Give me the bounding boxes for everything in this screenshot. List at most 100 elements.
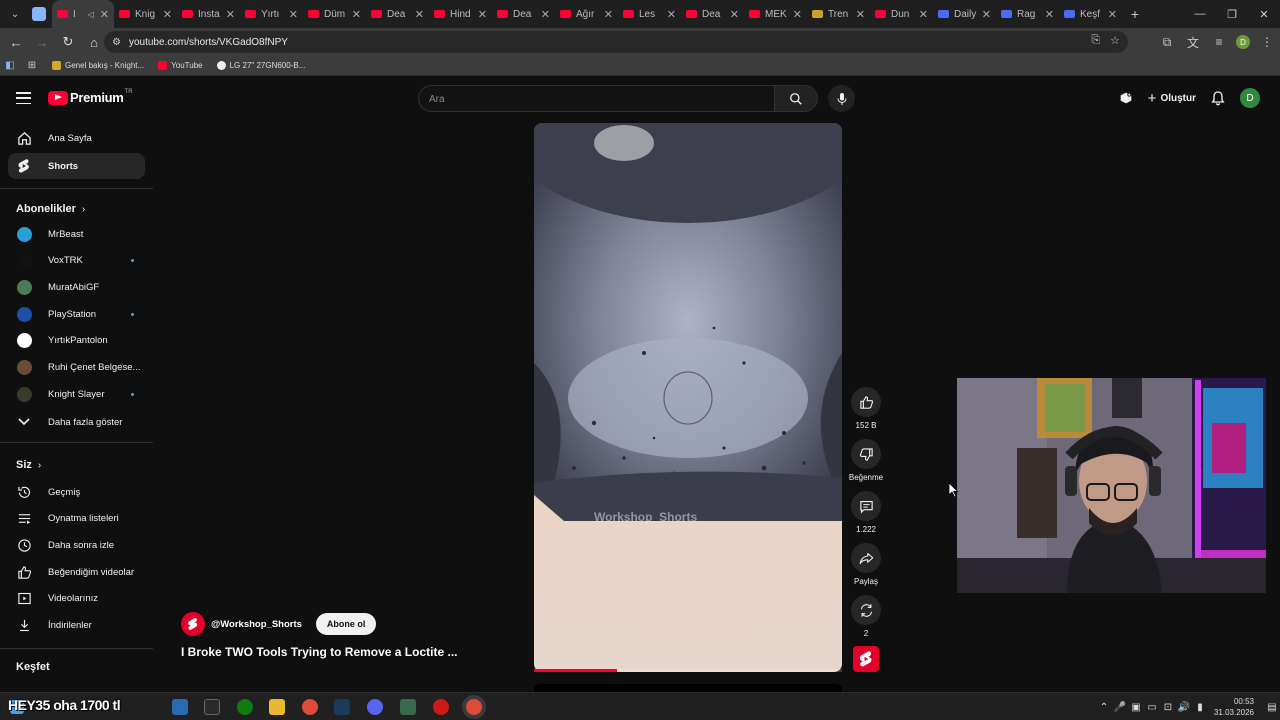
close-tab-icon[interactable]: ✕ (163, 8, 172, 21)
bookmark-item[interactable]: YouTube (158, 61, 203, 70)
browser-tab[interactable]: MEK ✕ (744, 0, 807, 28)
sidebar-item-shorts[interactable]: Shorts (8, 153, 145, 179)
network-icon[interactable]: ⊡ (1160, 702, 1176, 713)
subscription-item[interactable]: PlayStation (8, 301, 145, 327)
browser-tab[interactable]: Keşf ✕ (1059, 0, 1122, 28)
epic-games-app-icon[interactable] (204, 699, 220, 715)
browser-tab[interactable]: Yırtı ✕ (240, 0, 303, 28)
extensions-icon[interactable]: ⧉ (1158, 35, 1176, 50)
browser-tab[interactable]: Knig ✕ (114, 0, 177, 28)
minimize-icon[interactable]: — (1184, 0, 1216, 28)
opera-gx-app-icon[interactable] (433, 699, 449, 715)
bookmark-star-icon[interactable]: ☆ (1110, 34, 1120, 47)
voice-search-button[interactable] (828, 85, 855, 112)
browser-tab[interactable]: Les ✕ (618, 0, 681, 28)
next-short-preview[interactable] (534, 684, 842, 692)
close-tab-icon[interactable]: ✕ (982, 8, 991, 21)
subscription-item[interactable]: YırtıkPantolon (8, 328, 145, 354)
xbox-app-icon[interactable] (237, 699, 253, 715)
tab-audio-icon[interactable]: ◁ (88, 10, 94, 19)
close-tab-icon[interactable]: ✕ (1045, 8, 1054, 21)
subscription-item[interactable]: MrBeast (8, 221, 145, 247)
microphone-tray-icon[interactable]: 🎤 (1112, 702, 1128, 713)
volume-icon[interactable]: 🔊 (1176, 702, 1192, 713)
subscription-item[interactable]: Knight Slayer (8, 381, 145, 407)
calculator-app-icon[interactable] (172, 699, 188, 715)
dislike-button[interactable]: Beğenme (849, 439, 883, 482)
sidebar-item-downloads[interactable]: İndirilenler (8, 613, 145, 639)
sidebar-toggle-icon[interactable]: ◧ (4, 60, 16, 72)
close-tab-icon[interactable]: ✕ (919, 8, 928, 21)
channel-handle[interactable]: @Workshop_Shorts (211, 619, 302, 630)
close-tab-icon[interactable]: ✕ (352, 8, 361, 21)
subscribe-button[interactable]: Abone ol (315, 613, 377, 635)
translate-icon[interactable]: 文 (1184, 34, 1202, 51)
short-title[interactable]: I Broke TWO Tools Trying to Remove a Loc… (181, 645, 457, 659)
browser-profile-avatar[interactable]: D (1236, 35, 1250, 49)
bookmark-item[interactable]: Genel bakış - Knight... (52, 61, 144, 70)
share-button[interactable]: Paylaş (850, 543, 882, 586)
chrome-app-icon[interactable] (302, 699, 318, 715)
close-tab-icon[interactable]: ✕ (478, 8, 487, 21)
sidebar-item-playlists[interactable]: Oynatma listeleri (8, 506, 145, 532)
notification-center-icon[interactable]: ▤ (1264, 702, 1280, 713)
subscription-item[interactable]: VoxTRK (8, 248, 145, 274)
address-bar[interactable]: ⚙ youtube.com/shorts/VKGadO8fNPY ⎘ ☆ (104, 31, 1128, 53)
tray-app-icon[interactable]: ▣ (1128, 702, 1144, 713)
steam-app-icon[interactable] (334, 699, 350, 715)
close-tab-icon[interactable]: ✕ (730, 8, 739, 21)
install-app-icon[interactable]: ⎘ (1091, 34, 1100, 47)
close-tab-icon[interactable]: ✕ (793, 8, 802, 21)
search-input[interactable]: Ara (418, 85, 774, 112)
chrome-active-app-icon[interactable] (466, 699, 482, 715)
gemini-ask-icon[interactable] (1118, 90, 1134, 106)
browser-tab[interactable]: Dea ✕ (681, 0, 744, 28)
browser-tab[interactable]: Ağır ✕ (555, 0, 618, 28)
channel-audio-thumbnail[interactable] (853, 646, 879, 672)
video-progress-bar[interactable] (534, 669, 842, 672)
home-browser-icon[interactable]: ⌂ (82, 30, 106, 54)
reload-icon[interactable]: ↻ (56, 30, 80, 54)
restore-icon[interactable]: ❐ (1216, 0, 1248, 28)
back-icon[interactable]: ← (4, 30, 28, 54)
close-window-icon[interactable]: ✕ (1248, 0, 1280, 28)
like-button[interactable]: 152 B (850, 387, 882, 430)
clock[interactable]: 00:53 31.03.2026 (1214, 696, 1254, 718)
browser-tab[interactable]: Rag ✕ (996, 0, 1059, 28)
short-video-player[interactable]: Workshop_Shorts (534, 123, 842, 672)
display-tray-icon[interactable]: ▭ (1144, 702, 1160, 713)
browser-tab[interactable]: Dea ✕ (366, 0, 429, 28)
site-info-icon[interactable]: ⚙ (112, 37, 121, 48)
discord-app-icon[interactable] (367, 699, 383, 715)
close-tab-icon[interactable]: ✕ (604, 8, 613, 21)
browser-tab[interactable]: I ◁ ✕ (52, 0, 114, 28)
subscriptions-heading[interactable]: Abonelikler › (16, 203, 85, 215)
comments-button[interactable]: 1.222 (850, 491, 882, 534)
close-tab-icon[interactable]: ✕ (1108, 8, 1117, 21)
tab-search-button[interactable]: ⌄ (4, 4, 26, 24)
sidebar-item-music[interactable]: Müzik (8, 676, 145, 682)
file-explorer-app-icon[interactable] (269, 699, 285, 715)
browser-tab[interactable]: Tren ✕ (807, 0, 870, 28)
account-avatar[interactable]: D (1240, 88, 1260, 108)
sidebar-item-watch-later[interactable]: Daha sonra izle (8, 532, 145, 558)
remix-button[interactable]: 2 (850, 595, 882, 638)
create-button[interactable]: + Oluştur (1148, 90, 1196, 107)
close-tab-icon[interactable]: ✕ (226, 8, 235, 21)
close-tab-icon[interactable]: ✕ (415, 8, 424, 21)
bookmark-item[interactable]: LG 27" 27GN600-B... (216, 61, 305, 70)
show-more-button[interactable]: Daha fazla göster (8, 409, 145, 435)
close-tab-icon[interactable]: ✕ (541, 8, 550, 21)
subscription-item[interactable]: Ruhi Çenet Belgese... (8, 355, 145, 381)
subscription-item[interactable]: MuratAbiGF (8, 274, 145, 300)
sidebar-item-your-videos[interactable]: Videolarınız (8, 586, 145, 612)
reading-list-icon[interactable]: ≡ (1210, 35, 1228, 49)
sidebar-item-home[interactable]: Ana Sayfa (8, 125, 145, 151)
menu-icon[interactable] (16, 92, 31, 104)
browser-tab[interactable]: Daily ✕ (933, 0, 996, 28)
close-tab-icon[interactable]: ✕ (856, 8, 865, 21)
workspace-icon[interactable] (32, 7, 46, 21)
battery-icon[interactable]: ▮ (1192, 702, 1208, 713)
youtube-premium-logo[interactable]: Premium TR (48, 89, 133, 105)
notifications-bell-icon[interactable] (1210, 90, 1226, 106)
